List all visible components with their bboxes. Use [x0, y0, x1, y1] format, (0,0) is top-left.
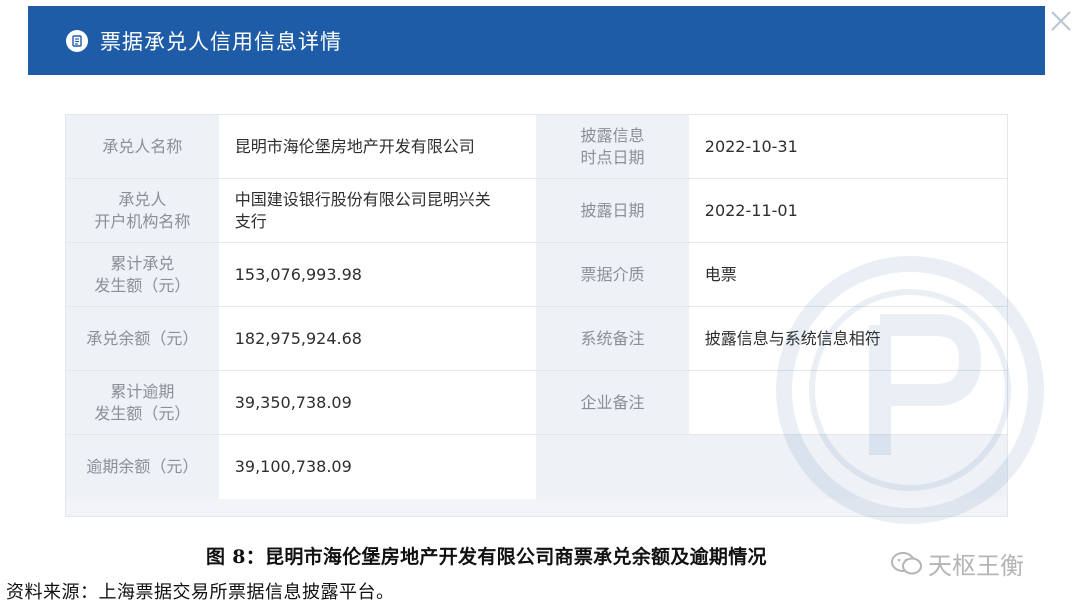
- field-label: 承兑人名称: [66, 115, 219, 179]
- field-value: [688, 435, 1007, 499]
- field-label: 系统备注: [536, 307, 689, 371]
- detail-row: 承兑人名称 昆明市海伦堡房地产开发有限公司 披露信息 时点日期 2022-10-31: [66, 115, 1007, 179]
- field-label: 累计承兑 发生额（元）: [66, 243, 219, 307]
- field-value: [688, 371, 1007, 435]
- field-value: 39,350,738.09: [218, 371, 537, 435]
- field-value: 2022-10-31: [688, 115, 1007, 179]
- field-value: 39,100,738.09: [218, 435, 537, 499]
- detail-row: 承兑人 开户机构名称 中国建设银行股份有限公司昆明兴关 支行 披露日期 2022-11-0…: [66, 179, 1007, 243]
- detail-row: 逾期余额（元） 39,100,738.09: [66, 435, 1007, 499]
- field-label: 票据介质: [536, 243, 689, 307]
- field-label: 披露日期: [536, 179, 689, 243]
- field-value: 披露信息与系统信息相符: [688, 307, 1007, 371]
- field-label: 承兑人 开户机构名称: [66, 179, 219, 243]
- figure-caption: 图 8：昆明市海伦堡房地产开发有限公司商票承兑余额及逾期情况: [206, 546, 767, 568]
- field-value: 电票: [688, 243, 1007, 307]
- field-label: 逾期余额（元）: [66, 435, 219, 499]
- field-value: 182,975,924.68: [218, 307, 537, 371]
- credit-detail-table: 承兑人名称 昆明市海伦堡房地产开发有限公司 披露信息 时点日期 2022-10-31 承兑…: [65, 114, 1008, 517]
- field-label: [536, 435, 689, 499]
- detail-row: 累计承兑 发生额（元） 153,076,993.98 票据介质 电票: [66, 243, 1007, 307]
- field-value: 2022-11-01: [688, 179, 1007, 243]
- field-label: 累计逾期 发生额（元）: [66, 371, 219, 435]
- document-list-icon: [66, 29, 88, 52]
- field-value: 昆明市海伦堡房地产开发有限公司: [218, 115, 537, 179]
- field-label: 披露信息 时点日期: [536, 115, 689, 179]
- modal-header: 票据承兑人信用信息详情: [28, 6, 1045, 75]
- close-icon[interactable]: [1048, 8, 1074, 34]
- field-value: 中国建设银行股份有限公司昆明兴关 支行: [218, 179, 537, 243]
- field-label: 承兑余额（元）: [66, 307, 219, 371]
- detail-row: 承兑余额（元） 182,975,924.68 系统备注 披露信息与系统信息相符: [66, 307, 1007, 371]
- brand-name: 天枢王衡: [928, 552, 1024, 580]
- data-source-note: 资料来源：上海票据交易所票据信息披露平台。: [6, 582, 395, 603]
- field-label: 企业备注: [536, 371, 689, 435]
- brand-watermark: 天枢王衡: [890, 546, 1024, 581]
- wechat-icon: [891, 551, 922, 574]
- field-value: 153,076,993.98: [218, 243, 537, 307]
- detail-row: 累计逾期 发生额（元） 39,350,738.09 企业备注: [66, 371, 1007, 435]
- modal-title: 票据承兑人信用信息详情: [100, 29, 342, 54]
